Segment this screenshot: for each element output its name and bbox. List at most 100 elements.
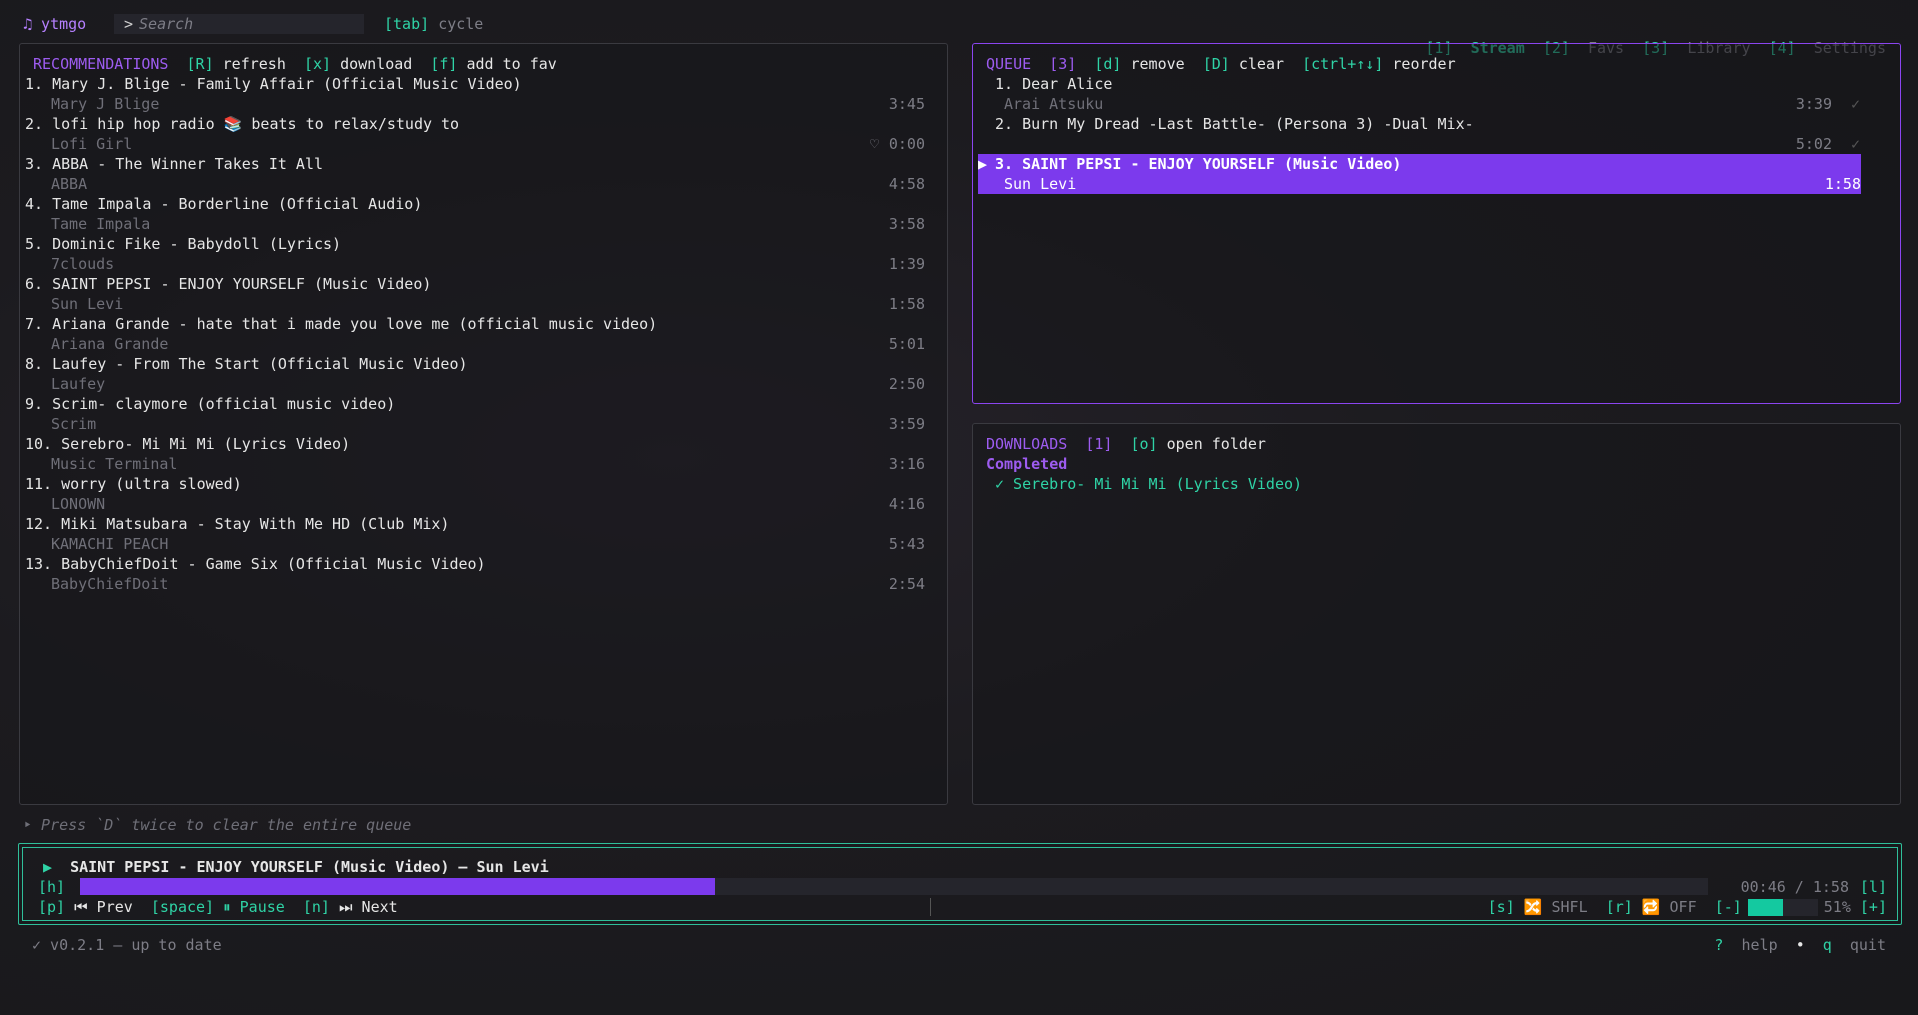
queue-count: [3] <box>1049 55 1077 73</box>
search-input[interactable]: > Search <box>114 14 364 34</box>
queue-item-title: 3. SAINT PEPSI - ENJOY YOURSELF (Music V… <box>995 155 1402 173</box>
recommendation-artist: Tame Impala <box>51 215 151 233</box>
top-bar: ♫ ytmgo >Search [tab] cycle [1] Stream [… <box>0 12 1918 57</box>
search-placeholder: Search <box>139 15 194 33</box>
total-time: 1:58 <box>1812 878 1849 896</box>
seek-back-key[interactable]: [h] <box>38 877 65 897</box>
pause-button[interactable]: [space] ⏸ Pause <box>151 898 285 916</box>
recommendation-duration: 3:16 <box>888 455 925 473</box>
progress-bar[interactable] <box>80 878 1708 895</box>
next-key: [n] <box>302 898 330 916</box>
recommendation-artist: Music Terminal <box>51 455 178 473</box>
recommendation-duration: 2:50 <box>888 375 925 393</box>
playback-time: 00:46 / 1:58 <box>1740 878 1849 896</box>
recommendation-title[interactable]: 7. Ariana Grande - hate that i made you … <box>25 314 657 334</box>
shuffle-toggle[interactable]: [s] 🔀 SHFL <box>1488 898 1588 916</box>
recommendation-artist: LONOWN <box>51 495 106 513</box>
recommendation-title[interactable]: 11. worry (ultra slowed) <box>25 474 242 494</box>
app-logo: ♫ ytmgo <box>23 15 87 33</box>
recommendation-duration: 3:58 <box>888 215 925 233</box>
prev-button[interactable]: [p] ⏮ Prev <box>38 898 133 916</box>
queue-item-duration: 5:02 <box>1795 135 1832 153</box>
recommendation-artist: 7clouds <box>51 255 115 273</box>
prev-icon: ⏮ <box>74 898 88 916</box>
search-prompt-icon: > <box>124 15 134 33</box>
recommendation-duration: 3:45 <box>888 95 925 113</box>
add-fav-label: add to fav <box>466 55 557 73</box>
repeat-toggle[interactable]: [r] 🔁 OFF <box>1606 898 1697 916</box>
remove-key[interactable]: [d] <box>1094 55 1121 73</box>
recommendation-title[interactable]: 6. SAINT PEPSI - ENJOY YOURSELF (Music V… <box>25 274 431 294</box>
help-key[interactable]: ? <box>1714 936 1723 954</box>
clear-label: clear <box>1238 55 1285 73</box>
version-status: ✓ v0.2.1 — up to date <box>32 936 222 954</box>
favorite-heart-icon[interactable]: ♡ <box>870 134 879 154</box>
recommendation-duration: 4:58 <box>888 175 925 193</box>
recommendation-title[interactable]: 8. Laufey - From The Start (Official Mus… <box>25 354 468 374</box>
downloads-count: [1] <box>1085 435 1113 453</box>
recommendation-title[interactable]: 13. BabyChiefDoit - Game Six (Official M… <box>25 554 486 574</box>
clear-key[interactable]: [D] <box>1203 55 1230 73</box>
open-folder-label: open folder <box>1166 435 1266 453</box>
recommendations-title: RECOMMENDATIONS <box>33 55 169 73</box>
recommendation-artist: Laufey <box>51 375 106 393</box>
seek-forward-key[interactable]: [l] <box>1860 877 1887 897</box>
play-icon: ▶ <box>43 858 53 876</box>
transport-controls: [p] ⏮ Prev [space] ⏸ Pause [n] ⏭ Next <box>38 897 398 917</box>
reorder-key[interactable]: [ctrl+↑↓] <box>1302 55 1383 73</box>
queue-header: QUEUE [3] [d] remove [D] clear [ctrl+↑↓]… <box>986 54 1456 74</box>
recommendation-artist: Mary J Blige <box>51 95 160 113</box>
volume-fill <box>1747 899 1784 916</box>
refresh-key[interactable]: [R] <box>187 55 214 73</box>
volume-down-key[interactable]: [-] <box>1715 898 1742 916</box>
queue-item-done-icon: ✓ <box>1850 135 1860 153</box>
downloads-header: DOWNLOADS [1] [o] open folder <box>986 434 1266 454</box>
recommendation-title[interactable]: 2. lofi hip hop radio 📚 beats to relax/s… <box>25 114 459 134</box>
recommendation-title[interactable]: 10. Serebro- Mi Mi Mi (Lyrics Video) <box>25 434 350 454</box>
recommendation-duration: 3:59 <box>888 415 925 433</box>
remove-label: remove <box>1130 55 1185 73</box>
shuffle-label: SHFL <box>1551 898 1588 916</box>
now-playing-marker-icon: ▶ <box>978 155 988 173</box>
queue-panel: QUEUE [3] [d] remove [D] clear [ctrl+↑↓]… <box>972 43 1901 404</box>
recommendation-artist: Ariana Grande <box>51 335 169 353</box>
next-button[interactable]: [n] ⏭ Next <box>303 898 398 916</box>
open-folder-key[interactable]: [o] <box>1131 435 1158 453</box>
controls-divider <box>930 898 931 916</box>
prev-key: [p] <box>38 898 66 916</box>
recommendation-title[interactable]: 1. Mary J. Blige - Family Affair (Offici… <box>25 74 522 94</box>
downloads-panel: DOWNLOADS [1] [o] open folder Completed … <box>972 423 1901 805</box>
next-icon: ⏭ <box>339 898 353 916</box>
recommendation-title[interactable]: 3. ABBA - The Winner Takes It All <box>25 154 323 174</box>
queue-item-title[interactable]: 2. Burn My Dread -Last Battle- (Persona … <box>995 114 1474 134</box>
recommendation-artist: Sun Levi <box>51 295 124 313</box>
volume-slider[interactable] <box>1747 899 1818 916</box>
queue-item-selected[interactable]: ▶ 3. SAINT PEPSI - ENJOY YOURSELF (Music… <box>978 154 1861 194</box>
add-fav-key[interactable]: [f] <box>430 55 457 73</box>
queue-title: QUEUE <box>986 55 1032 73</box>
queue-item-title[interactable]: 1. Dear Alice <box>995 74 1112 94</box>
recommendation-title[interactable]: 4. Tame Impala - Borderline (Official Au… <box>25 194 422 214</box>
downloads-title: DOWNLOADS <box>986 435 1068 453</box>
elapsed-time: 00:46 <box>1740 878 1786 896</box>
recommendation-title[interactable]: 5. Dominic Fike - Babydoll (Lyrics) <box>25 234 341 254</box>
quit-key[interactable]: q <box>1823 936 1832 954</box>
footer-shortcuts: ? help • q quit <box>1714 935 1886 955</box>
recommendation-duration: 5:01 <box>888 335 925 353</box>
volume-up-key[interactable]: [+] <box>1860 898 1887 916</box>
recommendation-title[interactable]: 12. Miki Matsubara - Stay With Me HD (Cl… <box>25 514 449 534</box>
next-label: Next <box>361 898 398 916</box>
recommendation-duration: 0:00 <box>888 135 925 153</box>
download-label: download <box>340 55 413 73</box>
recommendation-duration: 1:39 <box>888 255 925 273</box>
player-bar: ▶ SAINT PEPSI - ENJOY YOURSELF (Music Vi… <box>18 843 1902 925</box>
recommendation-artist: Lofi Girl <box>51 135 133 153</box>
refresh-label: refresh <box>222 55 286 73</box>
shuffle-key: [s] <box>1487 898 1515 916</box>
repeat-label: OFF <box>1669 898 1697 916</box>
tab-cycle-label: cycle <box>438 15 484 33</box>
download-key[interactable]: [x] <box>304 55 331 73</box>
download-item[interactable]: ✓ Serebro- Mi Mi Mi (Lyrics Video) <box>995 474 1302 494</box>
help-label: help <box>1741 936 1778 954</box>
recommendation-title[interactable]: 9. Scrim- claymore (official music video… <box>25 394 395 414</box>
